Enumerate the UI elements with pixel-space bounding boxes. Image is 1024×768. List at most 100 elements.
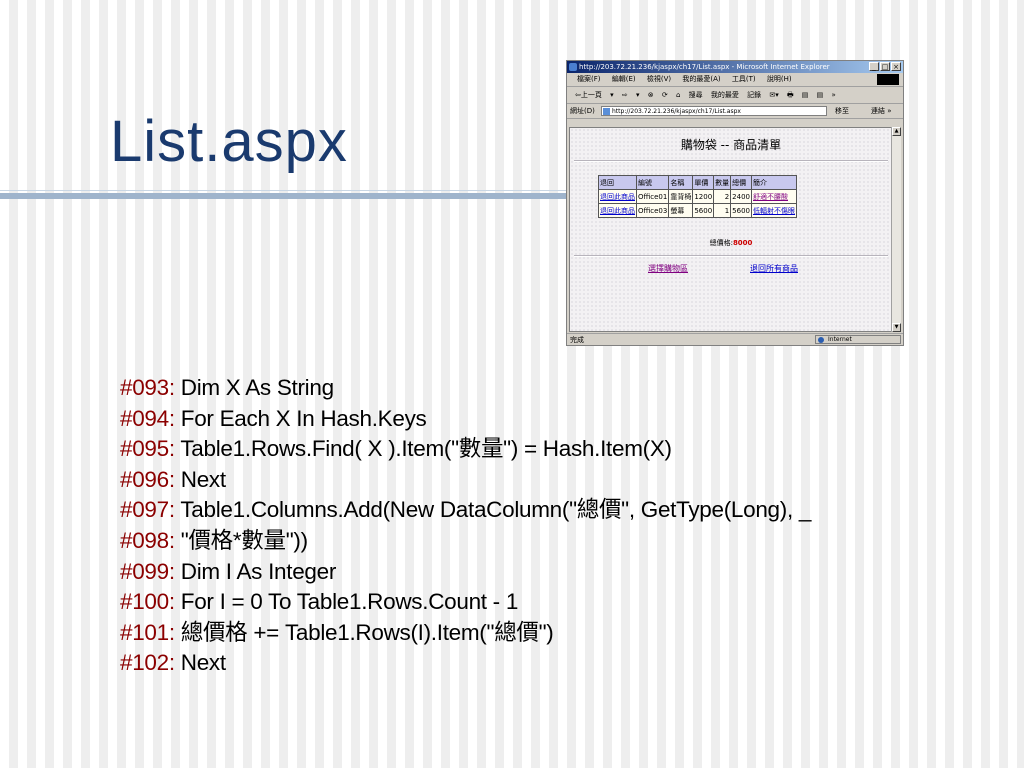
table-cell: 5600 [692,203,715,218]
scroll-up-icon[interactable]: ▲ [892,127,901,136]
code-line: #102: Next [120,648,811,679]
stop-icon[interactable]: ⊗ [648,91,654,99]
description-link[interactable]: 舒適不腰酸 [753,193,788,201]
line-number: #096: [120,466,175,492]
code-line: #098: "價格*數量")) [120,526,811,557]
code-text: Next [180,466,226,492]
browser-window-title: http://203.72.21.236/kjaspx/ch17/List.as… [579,63,830,71]
windows-logo-icon [877,74,899,85]
discuss-icon[interactable]: ▤ [817,91,824,99]
table-cell: 5600 [730,203,752,218]
return-all-items-link[interactable]: 退回所有商品 [750,263,798,274]
history-button[interactable]: 記錄 [747,91,761,99]
code-listing: #093: Dim X As String #094: For Each X I… [120,373,811,679]
close-button[interactable]: × [891,62,901,71]
maximize-button[interactable]: □ [880,62,890,71]
favorites-button[interactable]: 我的最愛 [711,91,739,99]
print-icon[interactable]: 🖶 [787,91,794,99]
search-button[interactable]: 搜尋 [689,91,703,99]
browser-titlebar: http://203.72.21.236/kjaspx/ch17/List.as… [567,61,903,73]
edit-icon[interactable]: ▤ [802,91,809,99]
mail-icon[interactable]: ✉▾ [769,91,778,99]
col-subtotal: 總價 [730,175,752,190]
address-label: 網址(D) [570,107,595,115]
table-cell: Office03 [635,203,670,218]
table-header-row: 退回 編號 名稱 單價 數量 總價 簡介 [598,175,797,190]
vertical-scrollbar[interactable]: ▲ ▼ [891,127,901,332]
slide-title: List.aspx [110,109,348,174]
line-number: #097: [120,497,175,523]
security-zone: Internet [815,335,901,344]
code-line: #099: Dim I As Integer [120,557,811,588]
total-value: 8000 [732,239,753,247]
col-desc: 簡介 [751,175,797,190]
page-icon [603,108,610,115]
table-cell: 靠背椅 [668,189,694,204]
links-button[interactable]: 連結 » [871,104,892,118]
page-divider-top [574,160,888,162]
browser-content: 購物袋 -- 商品清單 退回 編號 名稱 單價 數量 總價 簡介 退回此商品 O… [569,127,893,332]
menu-file[interactable]: 檔案(F) [577,75,601,83]
table-row: 退回此商品 Office01 靠背椅 1200 2 2400 舒適不腰酸 [598,189,797,204]
code-text: Next [180,650,226,676]
code-line: #100: For I = 0 To Table1.Rows.Count - 1 [120,587,811,618]
address-bar: 網址(D) http://203.72.21.236/kjaspx/ch17/L… [567,104,903,119]
menu-favorites[interactable]: 我的最愛(A) [682,75,720,83]
forward-dropdown-icon[interactable]: ▾ [636,91,640,99]
home-icon[interactable]: ⌂ [676,91,680,99]
table-cell: Office01 [635,189,670,204]
globe-icon [818,337,824,343]
minimize-button[interactable]: _ [869,62,879,71]
title-divider-highlight [0,190,566,191]
table-cell: 1200 [692,189,715,204]
description-link[interactable]: 低輻射不傷眼 [753,207,795,215]
code-text: Table1.Rows.Find( X ).Item("數量") = Hash.… [180,436,672,462]
table-cell: 1 [713,203,732,218]
select-shopping-area-link[interactable]: 選擇購物區 [648,263,688,274]
toolbar-more-icon[interactable]: » [832,91,836,99]
line-number: #102: [120,650,175,676]
code-text: For Each X In Hash.Keys [180,405,427,431]
scroll-down-icon[interactable]: ▼ [892,323,901,332]
go-button[interactable]: 移至 [835,104,849,118]
page-divider-bottom [574,255,888,257]
back-button[interactable]: ⇦上一頁 [575,91,602,99]
ie-icon [569,63,577,71]
code-line: #094: For Each X In Hash.Keys [120,404,811,435]
cart-table: 退回 編號 名稱 單價 數量 總價 簡介 退回此商品 Office01 靠背椅 … [598,175,797,218]
table-cell: 2400 [730,189,752,204]
code-text: Dim I As Integer [180,558,337,584]
forward-button[interactable]: ⇨ [622,91,628,99]
col-price: 單價 [692,175,715,190]
col-id: 編號 [635,175,670,190]
total-label: 總價格: [709,239,733,247]
menu-edit[interactable]: 編輯(E) [612,75,636,83]
title-divider [0,193,566,199]
refresh-icon[interactable]: ⟳ [662,91,668,99]
code-text: "價格*數量")) [180,527,308,553]
line-number: #098: [120,527,175,553]
browser-menubar: 檔案(F) 編輯(E) 檢視(V) 我的最愛(A) 工具(T) 說明(H) [567,73,903,87]
code-line: #097: Table1.Columns.Add(New DataColumn(… [120,495,811,526]
line-number: #100: [120,589,175,615]
line-number: #094: [120,405,175,431]
menu-help[interactable]: 說明(H) [767,75,792,83]
menu-tools[interactable]: 工具(T) [732,75,756,83]
address-value: http://203.72.21.236/kjaspx/ch17/List.as… [612,108,741,115]
line-number: #093: [120,375,175,400]
return-item-link[interactable]: 退回此商品 [600,193,635,201]
return-item-link[interactable]: 退回此商品 [600,207,635,215]
code-text: 總價格 += Table1.Rows(I).Item("總價") [180,619,554,645]
line-number: #095: [120,436,175,462]
status-text: 完成 [570,336,584,344]
zone-label: Internet [828,336,852,343]
code-line: #096: Next [120,465,811,496]
back-dropdown-icon[interactable]: ▾ [610,91,614,99]
address-input[interactable]: http://203.72.21.236/kjaspx/ch17/List.as… [601,106,827,116]
table-row: 退回此商品 Office03 螢幕 5600 1 5600 低輻射不傷眼 [598,203,797,218]
code-text: Dim X As String [180,375,334,400]
cart-page-title: 購物袋 -- 商品清單 [680,138,782,152]
menu-view[interactable]: 檢視(V) [647,75,671,83]
col-return: 退回 [598,175,637,190]
status-bar: 完成 Internet [567,333,903,345]
